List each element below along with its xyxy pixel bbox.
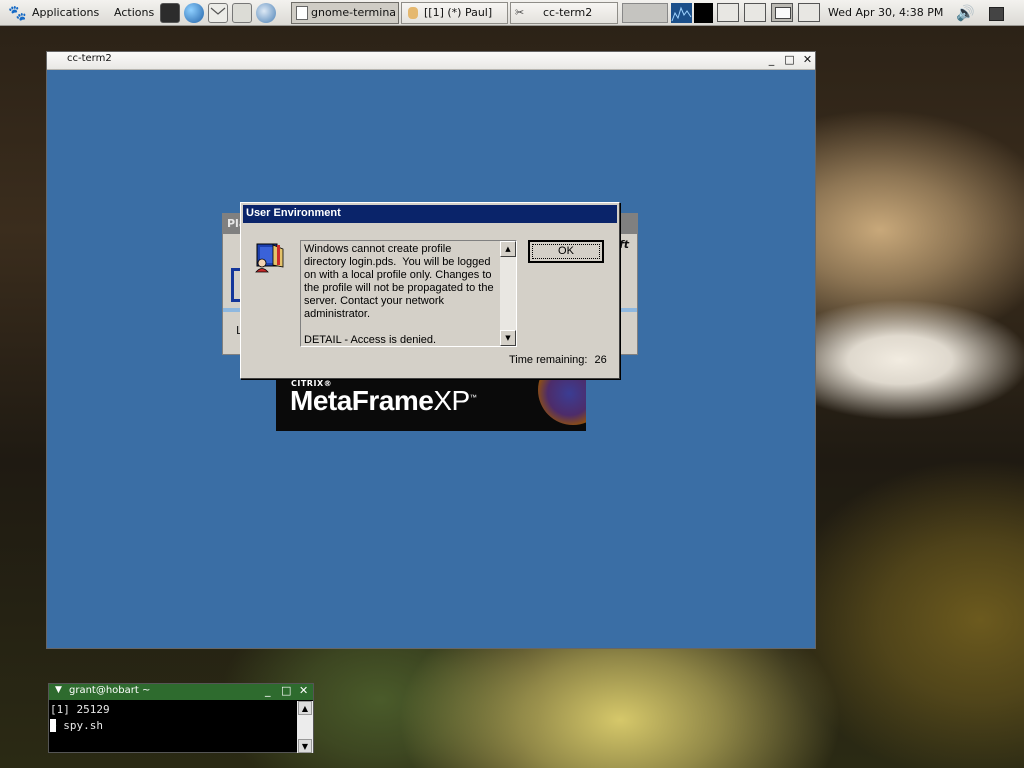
scroll-up-icon[interactable]: ▲	[298, 701, 312, 715]
task-label: gnome-termina	[311, 6, 397, 19]
workspace-3[interactable]	[771, 3, 793, 22]
product-name: MetaFrameXP™	[290, 385, 477, 417]
citrix-icon: ✂	[515, 6, 525, 19]
terminal-launcher-icon[interactable]	[160, 3, 180, 23]
task-paul[interactable]: [[1] (*) Paul]	[401, 2, 508, 24]
task-cc-term2[interactable]: ✂ cc-term2	[510, 2, 618, 24]
product-edition: XP	[433, 385, 470, 416]
cpu-monitor-icon[interactable]	[694, 3, 713, 23]
user-icon	[408, 7, 418, 19]
terminal-output[interactable]: [1] 25129 > spy.sh	[50, 701, 296, 753]
document-icon	[296, 6, 308, 20]
task-gnome-terminal[interactable]: gnome-termina	[291, 2, 399, 24]
ok-button[interactable]: OK	[528, 240, 604, 263]
scroll-down-icon[interactable]: ▼	[298, 739, 312, 753]
terminal-scrollbar[interactable]: ▲ ▼	[297, 701, 313, 753]
task-label: cc-term2	[543, 6, 593, 19]
globe-icon	[538, 379, 586, 425]
workspace-1[interactable]	[717, 3, 739, 22]
product-title: MetaFrame	[290, 385, 434, 416]
trademark: ™	[469, 394, 477, 402]
text-cursor	[50, 719, 56, 732]
terminal-window[interactable]: ▼ grant@hobart ~ _ □ ✕ [1] 25129 > spy.s…	[48, 683, 314, 753]
message-scrollbar[interactable]: ▲ ▼	[500, 241, 516, 346]
calculator-icon[interactable]	[232, 3, 252, 23]
terminal-line: [1] 25129	[50, 703, 110, 716]
close-icon[interactable]: ✕	[801, 53, 814, 66]
workspace-2[interactable]	[744, 3, 766, 22]
error-message: Windows cannot create profile directory …	[304, 243, 494, 346]
applications-menu[interactable]: Applications	[32, 0, 99, 26]
terminal-title: grant@hobart ~	[69, 685, 151, 696]
actions-menu[interactable]: Actions	[114, 0, 154, 26]
network-icon[interactable]	[256, 3, 276, 23]
scroll-up-icon[interactable]: ▲	[500, 241, 516, 257]
gnome-foot-icon[interactable]: 🐾	[8, 0, 27, 26]
maximize-icon[interactable]: □	[281, 684, 291, 697]
user-environment-dialog: User Environment Windows cannot create p…	[240, 202, 620, 379]
terminal-titlebar[interactable]: ▼ grant@hobart ~ _ □ ✕	[49, 684, 313, 700]
volume-icon[interactable]: 🔊	[956, 0, 975, 26]
close-icon[interactable]: ✕	[299, 684, 308, 697]
maximize-icon[interactable]: □	[783, 53, 796, 66]
window-titlebar[interactable]: cc-term2 _ □ ✕	[47, 52, 815, 70]
clock[interactable]: Wed Apr 30, 4:38 PM	[828, 0, 943, 26]
time-remaining-label: Time remaining:	[509, 354, 588, 366]
time-remaining-value: 26	[594, 354, 607, 366]
message-box[interactable]: Windows cannot create profile directory …	[300, 240, 517, 347]
terminal-line: > spy.sh	[50, 718, 103, 734]
minimize-icon[interactable]: _	[265, 684, 271, 697]
scroll-down-icon[interactable]: ▼	[500, 330, 516, 346]
time-remaining: Time remaining: 26	[509, 354, 607, 366]
minimize-icon[interactable]: _	[765, 53, 778, 66]
task-label: [[1] (*) Paul]	[424, 6, 493, 19]
web-browser-icon[interactable]	[184, 3, 204, 23]
workspace-4[interactable]	[798, 3, 820, 22]
window-title: cc-term2	[67, 53, 112, 64]
window-menu-icon[interactable]: ▼	[55, 685, 62, 695]
mail-icon[interactable]	[208, 3, 228, 23]
system-monitor-icon[interactable]	[671, 3, 692, 23]
dialog-title: User Environment	[246, 207, 341, 219]
notification-icon[interactable]	[989, 7, 1004, 21]
window-list-applet[interactable]	[622, 3, 668, 23]
top-panel: 🐾 Applications Actions gnome-termina [[1…	[0, 0, 1024, 26]
metaframe-banner: CITRIX® MetaFrameXP™	[276, 379, 586, 431]
user-profile-icon	[255, 243, 284, 273]
dialog-titlebar[interactable]: User Environment	[243, 205, 617, 223]
